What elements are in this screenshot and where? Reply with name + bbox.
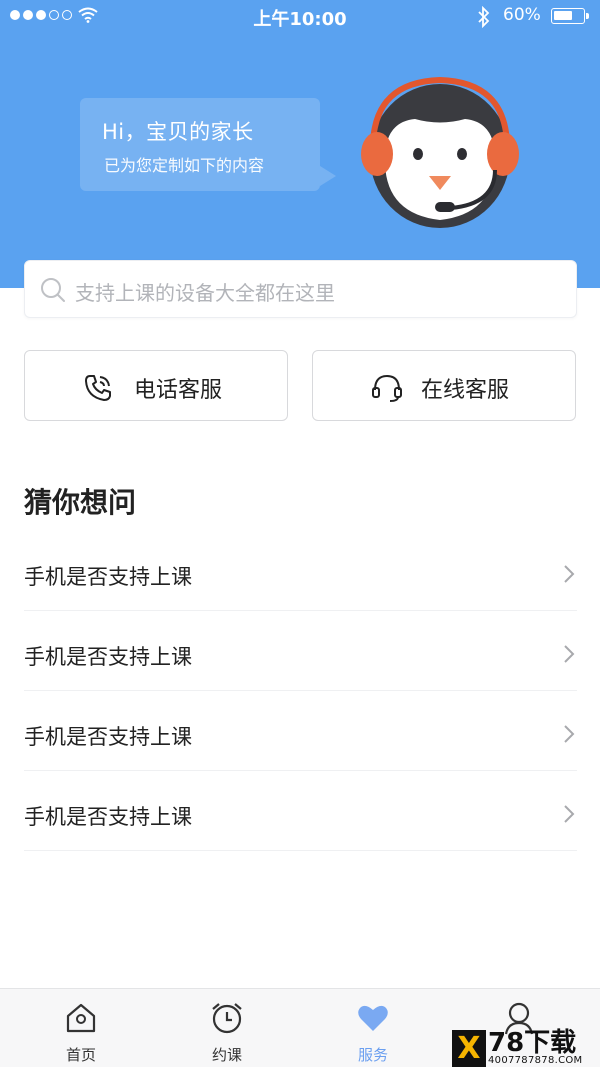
tab-booking-label: 约课 <box>211 1046 242 1064</box>
status-bar: 上午10:00 60% <box>0 0 600 34</box>
watermark-brand: 78下载 <box>488 1028 577 1058</box>
chevron-right-icon <box>564 645 575 663</box>
faq-title: 猜你想问 <box>24 486 137 519</box>
online-service-button[interactable]: 在线客服 <box>312 350 576 421</box>
watermark-logo: X 78下载 4007787878.COM <box>452 1030 600 1067</box>
faq-item[interactable]: 手机是否支持上课 <box>24 531 577 611</box>
penguin-mascot-icon <box>361 76 519 228</box>
chevron-right-icon <box>564 565 575 583</box>
headset-icon <box>372 374 402 402</box>
online-service-label: 在线客服 <box>421 378 510 403</box>
greeting-subtitle: 已为您定制如下的内容 <box>104 156 265 175</box>
chevron-right-icon <box>564 725 575 743</box>
search-input[interactable]: 支持上课的设备大全都在这里 <box>24 260 577 318</box>
tab-home[interactable]: 首页 <box>6 989 156 1067</box>
watermark-mark: X <box>452 1030 486 1067</box>
phone-service-button[interactable]: 电话客服 <box>24 350 288 421</box>
faq-question: 手机是否支持上课 <box>24 645 192 669</box>
tab-booking[interactable]: 约课 <box>152 989 302 1067</box>
chevron-right-icon <box>564 805 575 823</box>
faq-question: 手机是否支持上课 <box>24 805 192 829</box>
alarm-clock-icon <box>212 1003 242 1034</box>
faq-question: 手机是否支持上课 <box>24 725 192 749</box>
heart-icon <box>358 1005 388 1031</box>
tab-service-label: 服务 <box>357 1046 388 1064</box>
greeting-title: Hi，宝贝的家长 <box>102 120 254 144</box>
tab-service[interactable]: 服务 <box>298 989 448 1067</box>
faq-item[interactable]: 手机是否支持上课 <box>24 691 577 771</box>
search-icon <box>41 278 65 302</box>
search-placeholder: 支持上课的设备大全都在这里 <box>75 281 335 305</box>
faq-list: 手机是否支持上课 手机是否支持上课 手机是否支持上课 手机是否支持上课 <box>24 531 577 851</box>
faq-question: 手机是否支持上课 <box>24 565 192 589</box>
battery-percent: 60% <box>503 5 541 25</box>
faq-item[interactable]: 手机是否支持上课 <box>24 611 577 691</box>
bluetooth-icon <box>478 6 490 28</box>
battery-icon <box>551 8 589 24</box>
home-icon <box>66 1003 96 1033</box>
faq-item[interactable]: 手机是否支持上课 <box>24 771 577 851</box>
tab-home-label: 首页 <box>65 1046 96 1064</box>
phone-service-label: 电话客服 <box>134 378 223 403</box>
greeting-bubble: Hi，宝贝的家长 已为您定制如下的内容 <box>80 98 336 191</box>
phone-icon <box>85 375 111 401</box>
watermark-url: 4007787878.COM <box>488 1055 583 1066</box>
